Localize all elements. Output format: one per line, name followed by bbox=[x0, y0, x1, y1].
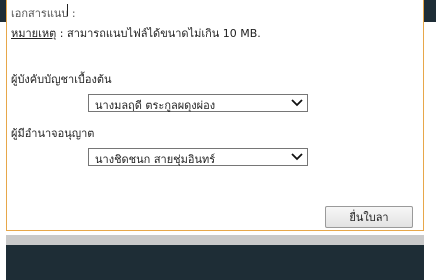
approver-select-value: นางชิดชนก สายชุ่มอินทร์ bbox=[95, 153, 216, 166]
submit-leave-button[interactable]: ยื่นใบลา bbox=[325, 206, 413, 228]
divider-strip bbox=[6, 235, 424, 245]
supervisor-label: ผู้บังคับบัญชาเบื้องต้น bbox=[11, 73, 112, 86]
note-text: : สามารถแนบไฟล์ได้ขนาดไม่เกิน 10 MB. bbox=[56, 27, 261, 40]
chevron-down-icon bbox=[291, 149, 303, 168]
approver-label: ผู้มีอำนาจอนุญาต bbox=[11, 127, 95, 140]
leave-form-panel: เอกสารแนบ : หมายเหตุ : สามารถแนบไฟล์ได้ข… bbox=[6, 0, 424, 231]
text-cursor bbox=[67, 4, 68, 16]
supervisor-select[interactable]: นางมลฤดี ตระกูลผดุงผ่อง bbox=[88, 94, 308, 112]
attachment-label: เอกสารแนบ : bbox=[11, 7, 76, 20]
note-prefix: หมายเหตุ bbox=[11, 27, 57, 40]
approver-select[interactable]: นางชิดชนก สายชุ่มอินทร์ bbox=[88, 148, 308, 166]
bottom-footer-bar bbox=[6, 245, 424, 280]
supervisor-select-value: นางมลฤดี ตระกูลผดุงผ่อง bbox=[95, 99, 216, 112]
chevron-down-icon bbox=[291, 95, 303, 114]
attachment-note: หมายเหตุ : สามารถแนบไฟล์ได้ขนาดไม่เกิน 1… bbox=[11, 24, 261, 42]
